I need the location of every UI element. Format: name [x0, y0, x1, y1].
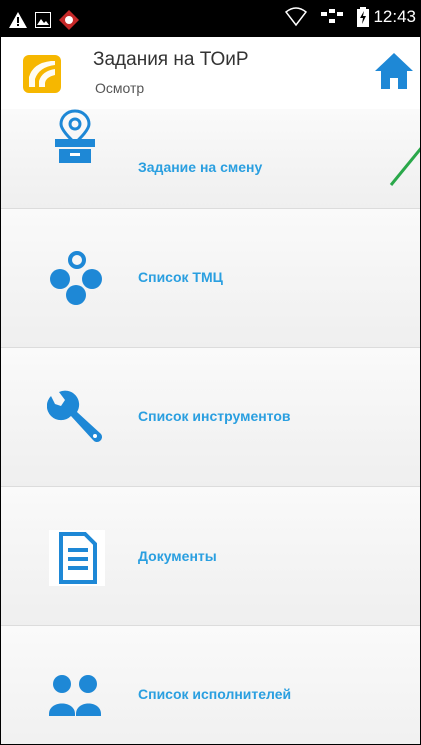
- page-subtitle: Осмотр: [95, 80, 145, 96]
- inventory-icon: [50, 251, 102, 305]
- app-notification-icon: [59, 10, 79, 30]
- menu-item-shift-task[interactable]: Задание на смену: [1, 109, 420, 209]
- page-title: Задания на ТОиР: [93, 49, 249, 70]
- menu-item-label: Список инструментов: [138, 408, 291, 424]
- status-time: 12:43: [373, 7, 416, 26]
- home-icon[interactable]: [374, 51, 414, 91]
- people-icon: [49, 675, 101, 716]
- menu-list: Задание на смену Список ТМЦ Список инстр…: [1, 109, 420, 744]
- status-bar: 12:43: [1, 1, 420, 37]
- menu-item-label: Задание на смену: [138, 159, 263, 175]
- wifi-icon: [285, 7, 308, 27]
- menu-item-inventory[interactable]: Список ТМЦ: [1, 209, 420, 348]
- menu-item-documents[interactable]: Документы: [1, 487, 420, 626]
- wrench-icon: [47, 390, 102, 442]
- menu-item-label: Список исполнителей: [138, 686, 292, 702]
- annotation-arrow: [389, 147, 420, 186]
- shift-task-icon: [55, 109, 95, 163]
- document-icon: [49, 530, 105, 586]
- menu-item-tools[interactable]: Список инструментов: [1, 348, 420, 487]
- menu-item-label: Документы: [138, 548, 217, 564]
- menu-item-executors[interactable]: Список исполнителей: [1, 626, 420, 744]
- network-icon: [321, 9, 344, 23]
- menu-item-label: Список ТМЦ: [138, 269, 223, 285]
- image-icon: [35, 12, 51, 28]
- app-header: Задания на ТОиР Осмотр: [1, 37, 420, 109]
- battery-charging-icon: [357, 7, 370, 27]
- warning-icon: [9, 12, 27, 28]
- app-logo-icon: [23, 55, 61, 93]
- app-screen: 12:43 Задания на ТОиР Осмотр Задание на …: [0, 0, 421, 745]
